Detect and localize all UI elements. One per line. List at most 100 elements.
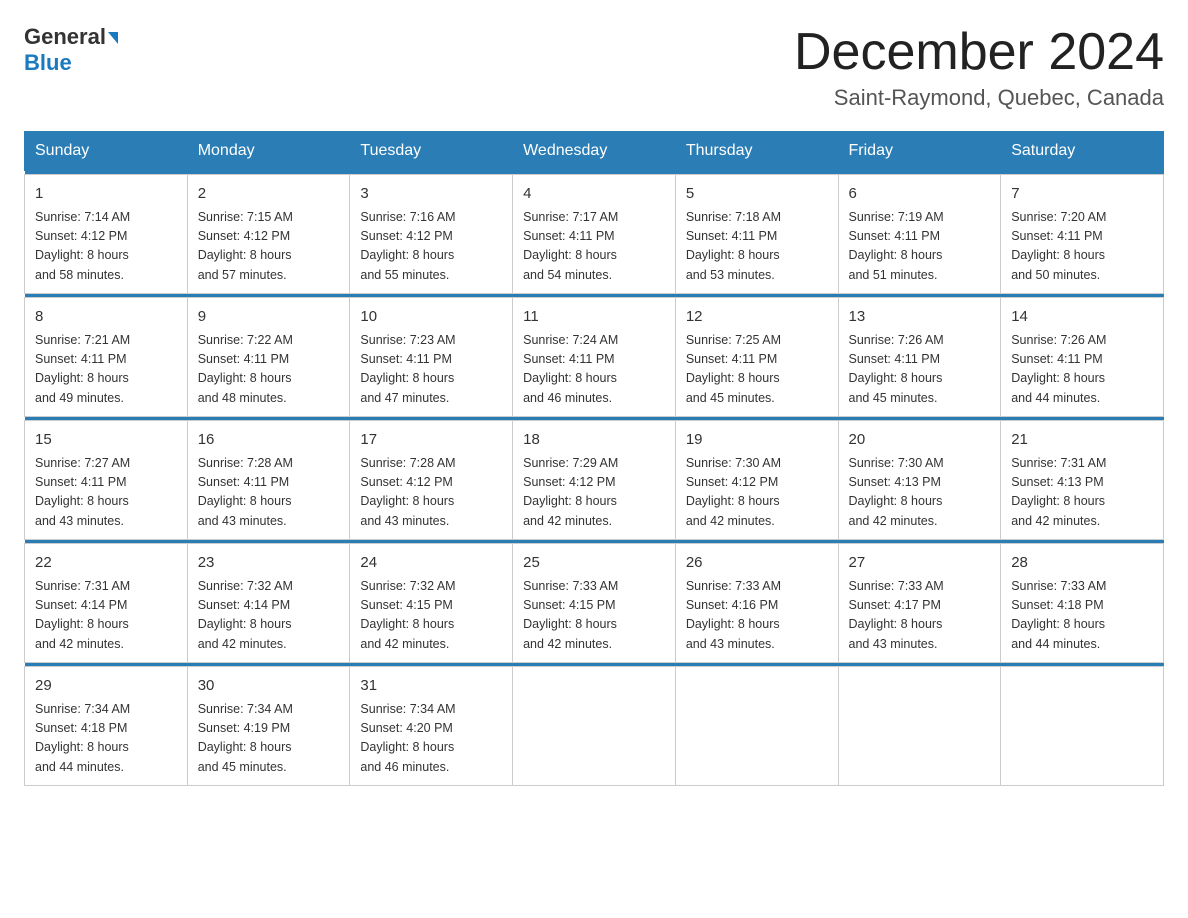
day-number: 11 <box>523 306 665 329</box>
day-info: Sunrise: 7:22 AMSunset: 4:11 PMDaylight:… <box>198 331 340 409</box>
day-info: Sunrise: 7:32 AMSunset: 4:15 PMDaylight:… <box>360 577 502 655</box>
day-info: Sunrise: 7:26 AMSunset: 4:11 PMDaylight:… <box>849 331 991 409</box>
day-info: Sunrise: 7:33 AMSunset: 4:16 PMDaylight:… <box>686 577 828 655</box>
calendar-cell: 7Sunrise: 7:20 AMSunset: 4:11 PMDaylight… <box>1001 175 1164 294</box>
day-info: Sunrise: 7:14 AMSunset: 4:12 PMDaylight:… <box>35 208 177 286</box>
calendar-week-row-4: 29Sunrise: 7:34 AMSunset: 4:18 PMDayligh… <box>25 667 1164 786</box>
calendar-cell: 6Sunrise: 7:19 AMSunset: 4:11 PMDaylight… <box>838 175 1001 294</box>
day-info: Sunrise: 7:30 AMSunset: 4:13 PMDaylight:… <box>849 454 991 532</box>
day-number: 22 <box>35 552 177 575</box>
day-info: Sunrise: 7:27 AMSunset: 4:11 PMDaylight:… <box>35 454 177 532</box>
calendar-cell: 13Sunrise: 7:26 AMSunset: 4:11 PMDayligh… <box>838 298 1001 417</box>
day-number: 21 <box>1011 429 1153 452</box>
day-number: 20 <box>849 429 991 452</box>
day-number: 27 <box>849 552 991 575</box>
day-info: Sunrise: 7:26 AMSunset: 4:11 PMDaylight:… <box>1011 331 1153 409</box>
calendar-cell: 14Sunrise: 7:26 AMSunset: 4:11 PMDayligh… <box>1001 298 1164 417</box>
calendar-cell <box>1001 667 1164 786</box>
day-info: Sunrise: 7:28 AMSunset: 4:11 PMDaylight:… <box>198 454 340 532</box>
calendar-cell <box>513 667 676 786</box>
calendar-cell: 3Sunrise: 7:16 AMSunset: 4:12 PMDaylight… <box>350 175 513 294</box>
calendar-cell: 30Sunrise: 7:34 AMSunset: 4:19 PMDayligh… <box>187 667 350 786</box>
calendar-cell: 27Sunrise: 7:33 AMSunset: 4:17 PMDayligh… <box>838 544 1001 663</box>
day-number: 2 <box>198 183 340 206</box>
logo-triangle-icon <box>108 32 118 44</box>
calendar-week-row-2: 15Sunrise: 7:27 AMSunset: 4:11 PMDayligh… <box>25 421 1164 540</box>
weekday-header-row: SundayMondayTuesdayWednesdayThursdayFrid… <box>25 132 1164 171</box>
day-number: 15 <box>35 429 177 452</box>
day-info: Sunrise: 7:28 AMSunset: 4:12 PMDaylight:… <box>360 454 502 532</box>
page-header: General Blue December 2024 Saint-Raymond… <box>24 24 1164 111</box>
day-number: 13 <box>849 306 991 329</box>
weekday-header-monday: Monday <box>187 132 350 171</box>
day-info: Sunrise: 7:17 AMSunset: 4:11 PMDaylight:… <box>523 208 665 286</box>
day-info: Sunrise: 7:32 AMSunset: 4:14 PMDaylight:… <box>198 577 340 655</box>
day-number: 26 <box>686 552 828 575</box>
calendar-cell: 28Sunrise: 7:33 AMSunset: 4:18 PMDayligh… <box>1001 544 1164 663</box>
calendar-cell: 2Sunrise: 7:15 AMSunset: 4:12 PMDaylight… <box>187 175 350 294</box>
calendar-cell: 4Sunrise: 7:17 AMSunset: 4:11 PMDaylight… <box>513 175 676 294</box>
day-number: 4 <box>523 183 665 206</box>
day-info: Sunrise: 7:25 AMSunset: 4:11 PMDaylight:… <box>686 331 828 409</box>
day-info: Sunrise: 7:31 AMSunset: 4:14 PMDaylight:… <box>35 577 177 655</box>
calendar-cell: 19Sunrise: 7:30 AMSunset: 4:12 PMDayligh… <box>675 421 838 540</box>
day-number: 12 <box>686 306 828 329</box>
logo-general: General <box>24 24 106 49</box>
day-info: Sunrise: 7:29 AMSunset: 4:12 PMDaylight:… <box>523 454 665 532</box>
day-info: Sunrise: 7:33 AMSunset: 4:18 PMDaylight:… <box>1011 577 1153 655</box>
day-info: Sunrise: 7:21 AMSunset: 4:11 PMDaylight:… <box>35 331 177 409</box>
weekday-header-tuesday: Tuesday <box>350 132 513 171</box>
title-block: December 2024 Saint-Raymond, Quebec, Can… <box>794 24 1164 111</box>
calendar-cell <box>838 667 1001 786</box>
weekday-header-thursday: Thursday <box>675 132 838 171</box>
calendar-cell: 23Sunrise: 7:32 AMSunset: 4:14 PMDayligh… <box>187 544 350 663</box>
calendar-cell: 11Sunrise: 7:24 AMSunset: 4:11 PMDayligh… <box>513 298 676 417</box>
day-number: 7 <box>1011 183 1153 206</box>
calendar-cell: 22Sunrise: 7:31 AMSunset: 4:14 PMDayligh… <box>25 544 188 663</box>
weekday-header-wednesday: Wednesday <box>513 132 676 171</box>
day-info: Sunrise: 7:34 AMSunset: 4:20 PMDaylight:… <box>360 700 502 778</box>
day-number: 24 <box>360 552 502 575</box>
day-number: 29 <box>35 675 177 698</box>
day-number: 6 <box>849 183 991 206</box>
calendar-cell: 29Sunrise: 7:34 AMSunset: 4:18 PMDayligh… <box>25 667 188 786</box>
day-info: Sunrise: 7:16 AMSunset: 4:12 PMDaylight:… <box>360 208 502 286</box>
logo-blue: Blue <box>24 50 72 75</box>
calendar-subtitle: Saint-Raymond, Quebec, Canada <box>794 85 1164 111</box>
day-number: 18 <box>523 429 665 452</box>
logo: General Blue <box>24 24 118 77</box>
calendar-cell: 8Sunrise: 7:21 AMSunset: 4:11 PMDaylight… <box>25 298 188 417</box>
calendar-week-row-0: 1Sunrise: 7:14 AMSunset: 4:12 PMDaylight… <box>25 175 1164 294</box>
calendar-cell: 20Sunrise: 7:30 AMSunset: 4:13 PMDayligh… <box>838 421 1001 540</box>
day-number: 25 <box>523 552 665 575</box>
day-number: 16 <box>198 429 340 452</box>
day-info: Sunrise: 7:34 AMSunset: 4:18 PMDaylight:… <box>35 700 177 778</box>
calendar-cell: 9Sunrise: 7:22 AMSunset: 4:11 PMDaylight… <box>187 298 350 417</box>
calendar-week-row-1: 8Sunrise: 7:21 AMSunset: 4:11 PMDaylight… <box>25 298 1164 417</box>
day-info: Sunrise: 7:33 AMSunset: 4:15 PMDaylight:… <box>523 577 665 655</box>
calendar-cell: 25Sunrise: 7:33 AMSunset: 4:15 PMDayligh… <box>513 544 676 663</box>
day-number: 31 <box>360 675 502 698</box>
day-info: Sunrise: 7:31 AMSunset: 4:13 PMDaylight:… <box>1011 454 1153 532</box>
day-info: Sunrise: 7:34 AMSunset: 4:19 PMDaylight:… <box>198 700 340 778</box>
day-info: Sunrise: 7:24 AMSunset: 4:11 PMDaylight:… <box>523 331 665 409</box>
calendar-cell: 24Sunrise: 7:32 AMSunset: 4:15 PMDayligh… <box>350 544 513 663</box>
day-number: 14 <box>1011 306 1153 329</box>
calendar-cell: 15Sunrise: 7:27 AMSunset: 4:11 PMDayligh… <box>25 421 188 540</box>
calendar-cell: 17Sunrise: 7:28 AMSunset: 4:12 PMDayligh… <box>350 421 513 540</box>
day-info: Sunrise: 7:15 AMSunset: 4:12 PMDaylight:… <box>198 208 340 286</box>
day-number: 1 <box>35 183 177 206</box>
calendar-cell: 18Sunrise: 7:29 AMSunset: 4:12 PMDayligh… <box>513 421 676 540</box>
day-number: 30 <box>198 675 340 698</box>
calendar-cell: 5Sunrise: 7:18 AMSunset: 4:11 PMDaylight… <box>675 175 838 294</box>
calendar-table: SundayMondayTuesdayWednesdayThursdayFrid… <box>24 131 1164 786</box>
calendar-cell: 1Sunrise: 7:14 AMSunset: 4:12 PMDaylight… <box>25 175 188 294</box>
day-number: 17 <box>360 429 502 452</box>
calendar-cell: 31Sunrise: 7:34 AMSunset: 4:20 PMDayligh… <box>350 667 513 786</box>
day-info: Sunrise: 7:19 AMSunset: 4:11 PMDaylight:… <box>849 208 991 286</box>
day-number: 5 <box>686 183 828 206</box>
calendar-cell: 26Sunrise: 7:33 AMSunset: 4:16 PMDayligh… <box>675 544 838 663</box>
weekday-header-friday: Friday <box>838 132 1001 171</box>
day-number: 10 <box>360 306 502 329</box>
day-info: Sunrise: 7:33 AMSunset: 4:17 PMDaylight:… <box>849 577 991 655</box>
